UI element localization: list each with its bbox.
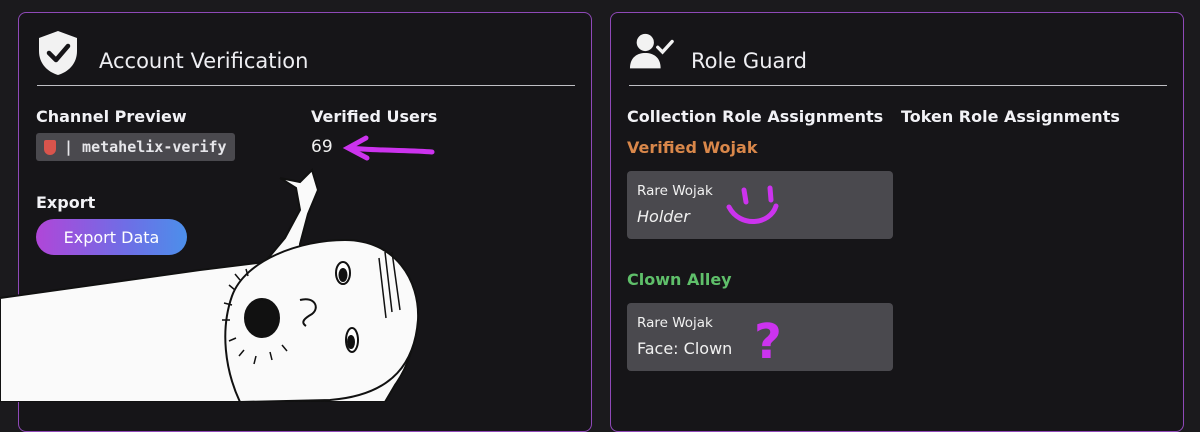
panel-header: Role Guard xyxy=(629,29,1167,86)
export-label: Export xyxy=(36,193,96,212)
verified-users-label: Verified Users xyxy=(311,107,438,126)
channel-preview-label: Channel Preview xyxy=(36,107,187,126)
panel-title: Account Verification xyxy=(99,49,309,73)
account-verification-panel: Account Verification Channel Preview | m… xyxy=(18,12,592,432)
user-check-icon xyxy=(629,33,674,69)
role-guard-panel: Role Guard Collection Role Assignments T… xyxy=(610,12,1184,432)
shield-emoji-icon xyxy=(44,139,56,155)
panel-title: Role Guard xyxy=(691,49,807,73)
shield-check-icon xyxy=(39,31,77,75)
role-name-verified-wojak: Verified Wojak xyxy=(627,138,758,157)
collection-name: Rare Wojak xyxy=(637,183,713,199)
channel-name: | metahelix-verify xyxy=(64,138,227,156)
trait-value: Face: Clown xyxy=(637,339,733,358)
panel-header: Account Verification xyxy=(37,29,575,86)
export-data-button[interactable]: Export Data xyxy=(36,219,187,255)
trait-value: Holder xyxy=(637,207,690,226)
collection-role-heading: Collection Role Assignments xyxy=(627,107,884,126)
role-card[interactable]: Rare Wojak Holder xyxy=(627,171,893,239)
collection-name: Rare Wojak xyxy=(637,315,713,331)
verified-users-count: 69 xyxy=(311,137,333,157)
role-name-clown-alley: Clown Alley xyxy=(627,270,732,289)
role-card[interactable]: Rare Wojak Face: Clown xyxy=(627,303,893,371)
channel-preview-pill[interactable]: | metahelix-verify xyxy=(36,133,235,161)
token-role-heading: Token Role Assignments xyxy=(901,107,1120,126)
